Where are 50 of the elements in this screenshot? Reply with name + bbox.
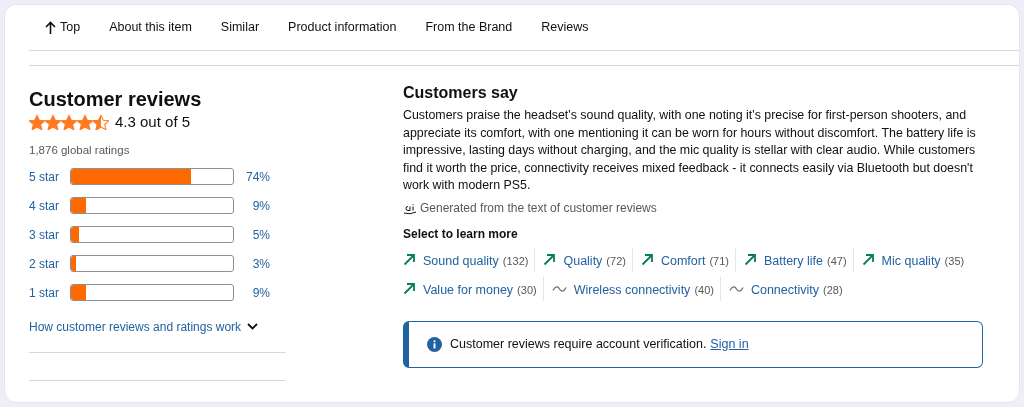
help-link[interactable]: How customer reviews and ratings work <box>29 317 242 336</box>
percent-link[interactable]: 74% <box>234 167 270 186</box>
aspect-link[interactable]: Mic quality (35) <box>861 247 965 272</box>
nav-link[interactable]: From the Brand <box>425 18 513 37</box>
trend-up-icon <box>403 282 416 295</box>
trend-up-icon <box>403 253 416 266</box>
trend-up-icon <box>743 253 757 266</box>
review-summary: Customers praise the headset's sound quality, with one noting it's precise for first-person shooters, and appreciate its comfort, with one mentioning it can be worn for hours without discomfort. The battery life is impressive, lasting days without charging, and the mic quality is stellar with clear audio. While customers find it worth the price, connectivity receives mixed feedback - it connects easily via Bluetooth but doesn't work with modern PS5. <box>403 107 977 194</box>
aspect-link[interactable]: Quality (72) <box>543 247 626 272</box>
info-icon <box>427 336 442 352</box>
nav-link[interactable]: Similar <box>220 18 260 37</box>
section-title: Customers say <box>403 84 519 102</box>
star-icon <box>61 114 77 130</box>
alert-message: Customer reviews require account verification. <box>450 335 707 353</box>
trend-up-icon <box>861 253 875 266</box>
star-filter-link[interactable]: 5 star <box>29 167 70 186</box>
aspect-link[interactable]: Sound quality (132) <box>403 247 529 272</box>
percent-link[interactable]: 3% <box>234 254 270 273</box>
back-to-top-link[interactable]: Top <box>45 18 81 37</box>
aspect-link[interactable]: Wireless connectivity (40) <box>551 276 714 301</box>
star-filter-link[interactable]: 2 star <box>29 254 70 273</box>
percent-link[interactable]: 9% <box>234 196 270 215</box>
nav-link[interactable]: About this item <box>109 18 192 37</box>
arrow-up-icon <box>45 20 56 35</box>
percent-link[interactable]: 5% <box>234 225 270 244</box>
tilde-icon <box>728 284 744 293</box>
star-filter-link[interactable]: 1 star <box>29 283 70 302</box>
percent-link[interactable]: 9% <box>234 283 270 302</box>
trend-up-icon <box>543 253 557 266</box>
star-icon <box>77 114 93 130</box>
section-title: Customer reviews <box>29 88 203 110</box>
nav-link[interactable]: Reviews <box>541 18 589 37</box>
tilde-icon <box>551 284 567 293</box>
rating-text: 4.3 out of 5 <box>115 112 191 132</box>
star-icon <box>45 114 61 130</box>
star-filter-link[interactable]: 3 star <box>29 225 70 244</box>
aspect-link[interactable]: Connectivity (28) <box>728 276 843 301</box>
star-icon <box>29 114 45 130</box>
aspect-link[interactable]: Battery life (47) <box>743 247 847 272</box>
half-star-icon <box>93 114 109 130</box>
select-heading: Select to learn more <box>403 225 519 243</box>
trend-up-icon <box>640 253 654 266</box>
nav-link[interactable]: Product information <box>288 18 397 37</box>
aspect-link[interactable]: Value for money (30) <box>403 276 537 301</box>
ai-note: Generated from the text of customer reviews <box>420 199 657 217</box>
star-filter-link[interactable]: 4 star <box>29 196 70 215</box>
sign-in-link[interactable]: Sign in <box>710 334 749 354</box>
aspect-link[interactable]: Comfort (71) <box>640 247 729 272</box>
chevron-down-icon <box>247 323 259 331</box>
ratings-count: 1,876 global ratings <box>29 142 131 158</box>
